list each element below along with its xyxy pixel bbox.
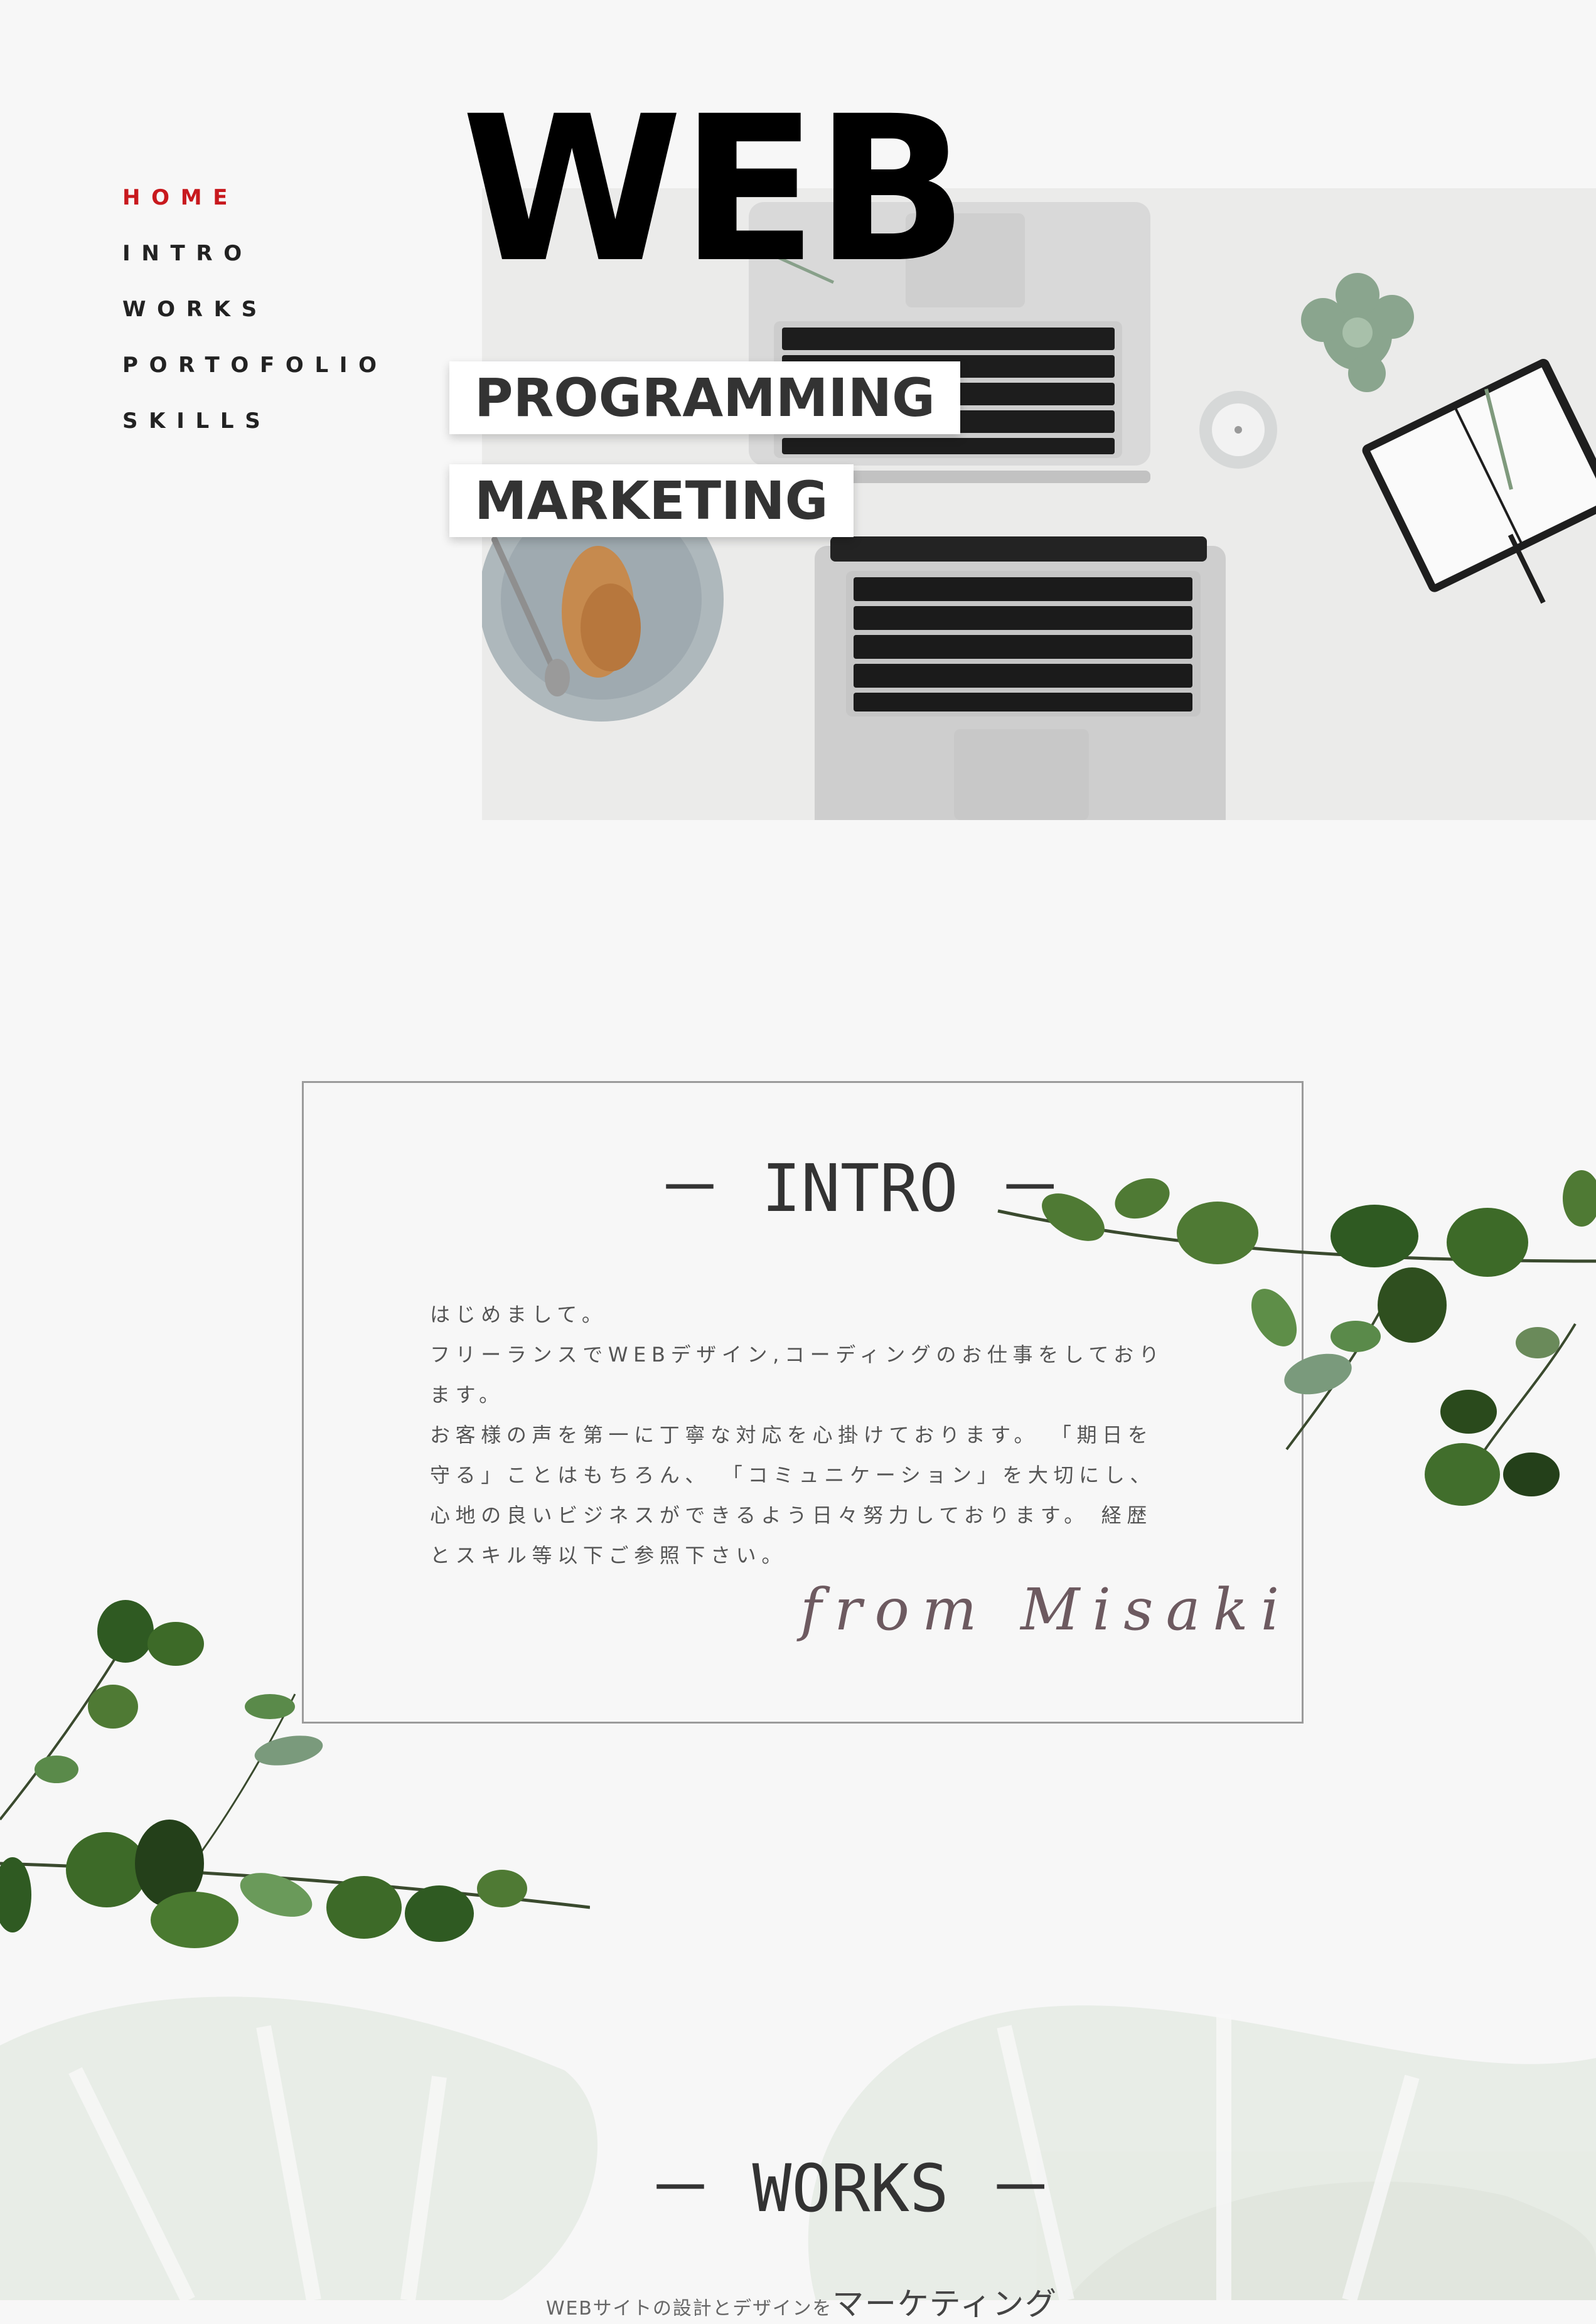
monstera-leaf-background — [0, 1996, 1596, 2300]
nav-item-skills[interactable]: SKILLS — [122, 409, 388, 433]
intro-paragraph-policy: お客様の声を第一に丁寧な対応を心掛けております。 「期日を守る」ことはもちろん、… — [430, 1423, 1156, 1567]
works-subtitle-small: WEBサイトの設計とデザインを — [546, 2298, 833, 2320]
intro-heading: － INTRO － — [657, 1150, 1063, 1227]
intro-paragraph-greeting: はじめまして。 — [430, 1303, 608, 1326]
intro-body: はじめまして。 フリーランスでWEBデザイン,コーディングのお仕事をしております… — [430, 1294, 1170, 1575]
nav-item-home[interactable]: HOME — [122, 186, 388, 210]
marketing-tag: MARKETING — [449, 464, 854, 537]
works-subtitle: WEBサイトの設計とデザインをマーケティング — [546, 2279, 1058, 2324]
works-heading: － WORKS － — [648, 2150, 1054, 2227]
works-subtitle-large: マーケティング — [832, 2286, 1058, 2322]
signature: from Misaki — [800, 1576, 1292, 1643]
programming-tag: PROGRAMMING — [449, 361, 960, 434]
main-nav: HOME INTRO WORKS PORTOFOLIO SKILLS — [122, 186, 388, 465]
intro-paragraph-work: フリーランスでWEBデザイン,コーディングのお仕事をしております。 — [430, 1343, 1165, 1407]
nav-item-portofolio[interactable]: PORTOFOLIO — [122, 353, 388, 377]
nav-item-works[interactable]: WORKS — [122, 297, 388, 321]
hero-title: WEB — [461, 73, 968, 307]
eucalyptus-branch-left — [0, 1600, 590, 1948]
nav-item-intro[interactable]: INTRO — [122, 242, 388, 265]
